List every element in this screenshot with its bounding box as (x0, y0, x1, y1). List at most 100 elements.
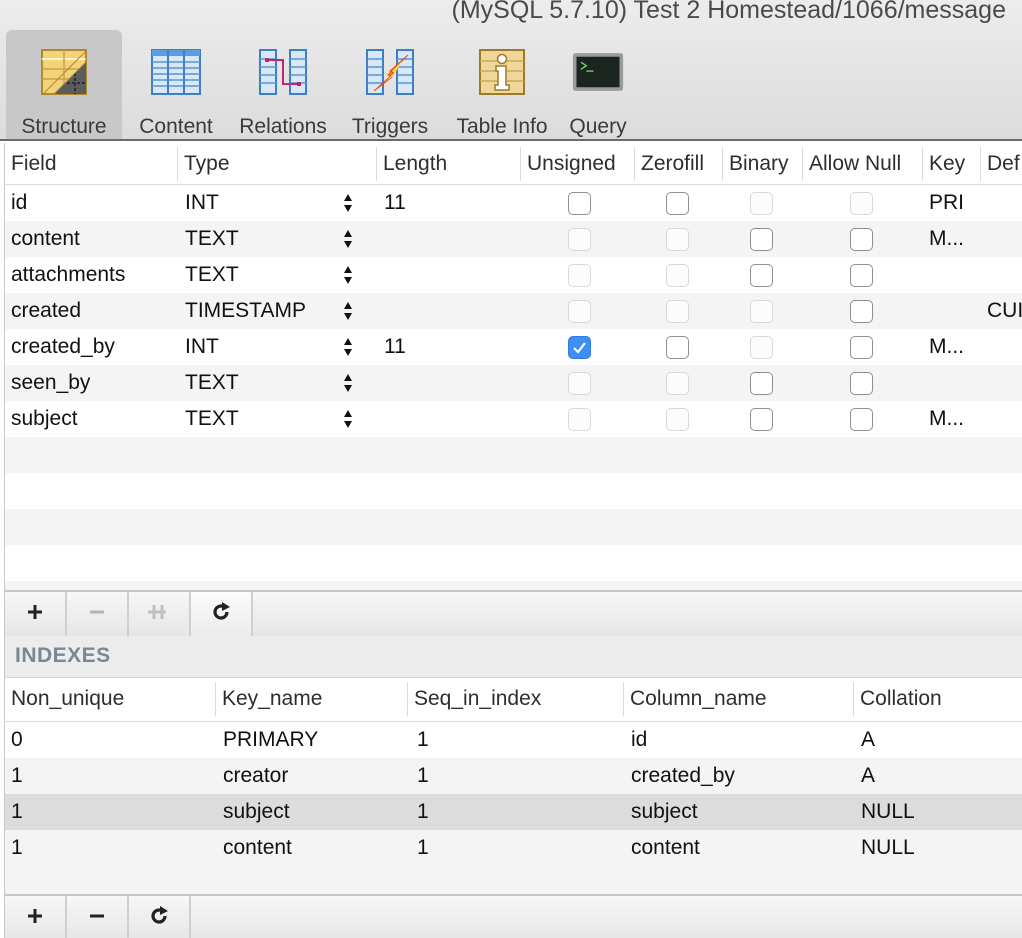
column-header-key[interactable]: Key (922, 147, 980, 181)
seq-in-index-cell[interactable]: 1 (417, 722, 429, 758)
key-name-cell[interactable]: PRIMARY (223, 722, 318, 758)
length-cell[interactable]: 11 (384, 185, 406, 221)
structure-row[interactable]: content TEXT M... (5, 221, 1022, 257)
allow-null-checkbox[interactable] (850, 408, 873, 431)
structure-row[interactable]: attachments TEXT (5, 257, 1022, 293)
type-stepper-icon[interactable] (343, 228, 353, 250)
tab-relations[interactable]: Relations (230, 30, 336, 139)
collation-cell[interactable]: A (861, 722, 875, 758)
field-name-cell[interactable]: created (11, 293, 81, 329)
structure-row[interactable]: seen_by TEXT (5, 365, 1022, 401)
default-cell[interactable]: CUI (987, 293, 1022, 329)
type-cell[interactable]: TEXT (185, 221, 239, 257)
binary-checkbox[interactable] (750, 264, 773, 287)
column-header-zerofill[interactable]: Zerofill (634, 147, 722, 181)
column-name-cell[interactable]: created_by (631, 758, 735, 794)
key-cell[interactable]: PRI (929, 185, 964, 221)
key-name-cell[interactable]: subject (223, 794, 290, 830)
allow-null-checkbox[interactable] (850, 264, 873, 287)
index-row[interactable]: 1 subject 1 subject NULL (5, 794, 1022, 830)
collation-cell[interactable]: NULL (861, 794, 915, 830)
tab-content[interactable]: Content (122, 30, 230, 139)
allow-null-checkbox[interactable] (850, 300, 873, 323)
tab-query[interactable]: Query (560, 30, 636, 139)
column-header-non-unique[interactable]: Non_unique (5, 682, 215, 716)
column-name-cell[interactable]: subject (631, 794, 698, 830)
key-name-cell[interactable]: content (223, 830, 292, 866)
type-cell[interactable]: TEXT (185, 257, 239, 293)
tab-triggers[interactable]: Triggers (336, 30, 444, 139)
binary-checkbox[interactable] (750, 408, 773, 431)
key-cell[interactable]: M... (929, 401, 964, 437)
structure-row[interactable]: created_by INT 11 M... (5, 329, 1022, 365)
column-name-cell[interactable]: id (631, 722, 647, 758)
non-unique-cell[interactable]: 1 (11, 758, 23, 794)
type-cell[interactable]: INT (185, 185, 219, 221)
binary-checkbox[interactable] (750, 372, 773, 395)
non-unique-cell[interactable]: 1 (11, 794, 23, 830)
seq-in-index-cell[interactable]: 1 (417, 758, 429, 794)
length-cell[interactable]: 11 (384, 329, 406, 365)
add-index-button[interactable] (5, 896, 67, 938)
type-stepper-icon[interactable] (343, 192, 353, 214)
refresh-indexes-button[interactable] (129, 896, 191, 938)
collation-cell[interactable]: NULL (861, 830, 915, 866)
structure-row[interactable]: created TIMESTAMP CUI (5, 293, 1022, 329)
column-header-length[interactable]: Length (376, 147, 520, 181)
column-header-allow-null[interactable]: Allow Null (802, 147, 922, 181)
remove-index-button[interactable] (67, 896, 129, 938)
add-field-button[interactable] (5, 592, 67, 636)
column-header-unsigned[interactable]: Unsigned (520, 147, 634, 181)
structure-row[interactable]: id INT 11 PRI (5, 185, 1022, 221)
column-header-key-name[interactable]: Key_name (215, 682, 407, 716)
field-name-cell[interactable]: subject (11, 401, 78, 437)
column-header-type[interactable]: Type (177, 147, 376, 181)
allow-null-checkbox[interactable] (850, 336, 873, 359)
column-header-field[interactable]: Field (5, 147, 177, 181)
non-unique-cell[interactable]: 1 (11, 830, 23, 866)
allow-null-checkbox[interactable] (850, 228, 873, 251)
remove-field-button[interactable] (67, 592, 129, 636)
index-row[interactable]: 1 content 1 content NULL (5, 830, 1022, 866)
column-name-cell[interactable]: content (631, 830, 700, 866)
field-name-cell[interactable]: attachments (11, 257, 125, 293)
key-cell[interactable]: M... (929, 329, 964, 365)
seq-in-index-cell[interactable]: 1 (417, 830, 429, 866)
structure-row[interactable]: subject TEXT M... (5, 401, 1022, 437)
unsigned-checkbox[interactable] (568, 192, 591, 215)
type-cell[interactable]: TIMESTAMP (185, 293, 306, 329)
type-cell[interactable]: INT (185, 329, 219, 365)
column-header-seq-in-index[interactable]: Seq_in_index (407, 682, 623, 716)
type-stepper-icon[interactable] (343, 408, 353, 430)
zerofill-checkbox[interactable] (666, 336, 689, 359)
column-header-binary[interactable]: Binary (722, 147, 802, 181)
index-row[interactable]: 1 creator 1 created_by A (5, 758, 1022, 794)
field-name-cell[interactable]: seen_by (11, 365, 90, 401)
zerofill-checkbox[interactable] (666, 192, 689, 215)
type-stepper-icon[interactable] (343, 300, 353, 322)
field-name-cell[interactable]: created_by (11, 329, 115, 365)
key-name-cell[interactable]: creator (223, 758, 288, 794)
type-stepper-icon[interactable] (343, 264, 353, 286)
binary-checkbox[interactable] (750, 228, 773, 251)
tab-structure[interactable]: Structure (6, 30, 122, 139)
column-header-default[interactable]: Def (980, 147, 1022, 181)
type-cell[interactable]: TEXT (185, 401, 239, 437)
tab-table-info[interactable]: Table Info (444, 30, 560, 139)
collation-cell[interactable]: A (861, 758, 875, 794)
index-row[interactable]: 0 PRIMARY 1 id A (5, 722, 1022, 758)
refresh-structure-button[interactable] (191, 592, 253, 636)
non-unique-cell[interactable]: 0 (11, 722, 23, 758)
field-name-cell[interactable]: content (11, 221, 80, 257)
type-stepper-icon[interactable] (343, 336, 353, 358)
allow-null-checkbox[interactable] (850, 372, 873, 395)
column-header-column-name[interactable]: Column_name (623, 682, 853, 716)
type-stepper-icon[interactable] (343, 372, 353, 394)
seq-in-index-cell[interactable]: 1 (417, 794, 429, 830)
column-header-collation[interactable]: Collation (853, 682, 1022, 716)
duplicate-field-button[interactable] (129, 592, 191, 636)
type-cell[interactable]: TEXT (185, 365, 239, 401)
key-cell[interactable]: M... (929, 221, 964, 257)
field-name-cell[interactable]: id (11, 185, 27, 221)
unsigned-checkbox[interactable] (568, 336, 591, 359)
